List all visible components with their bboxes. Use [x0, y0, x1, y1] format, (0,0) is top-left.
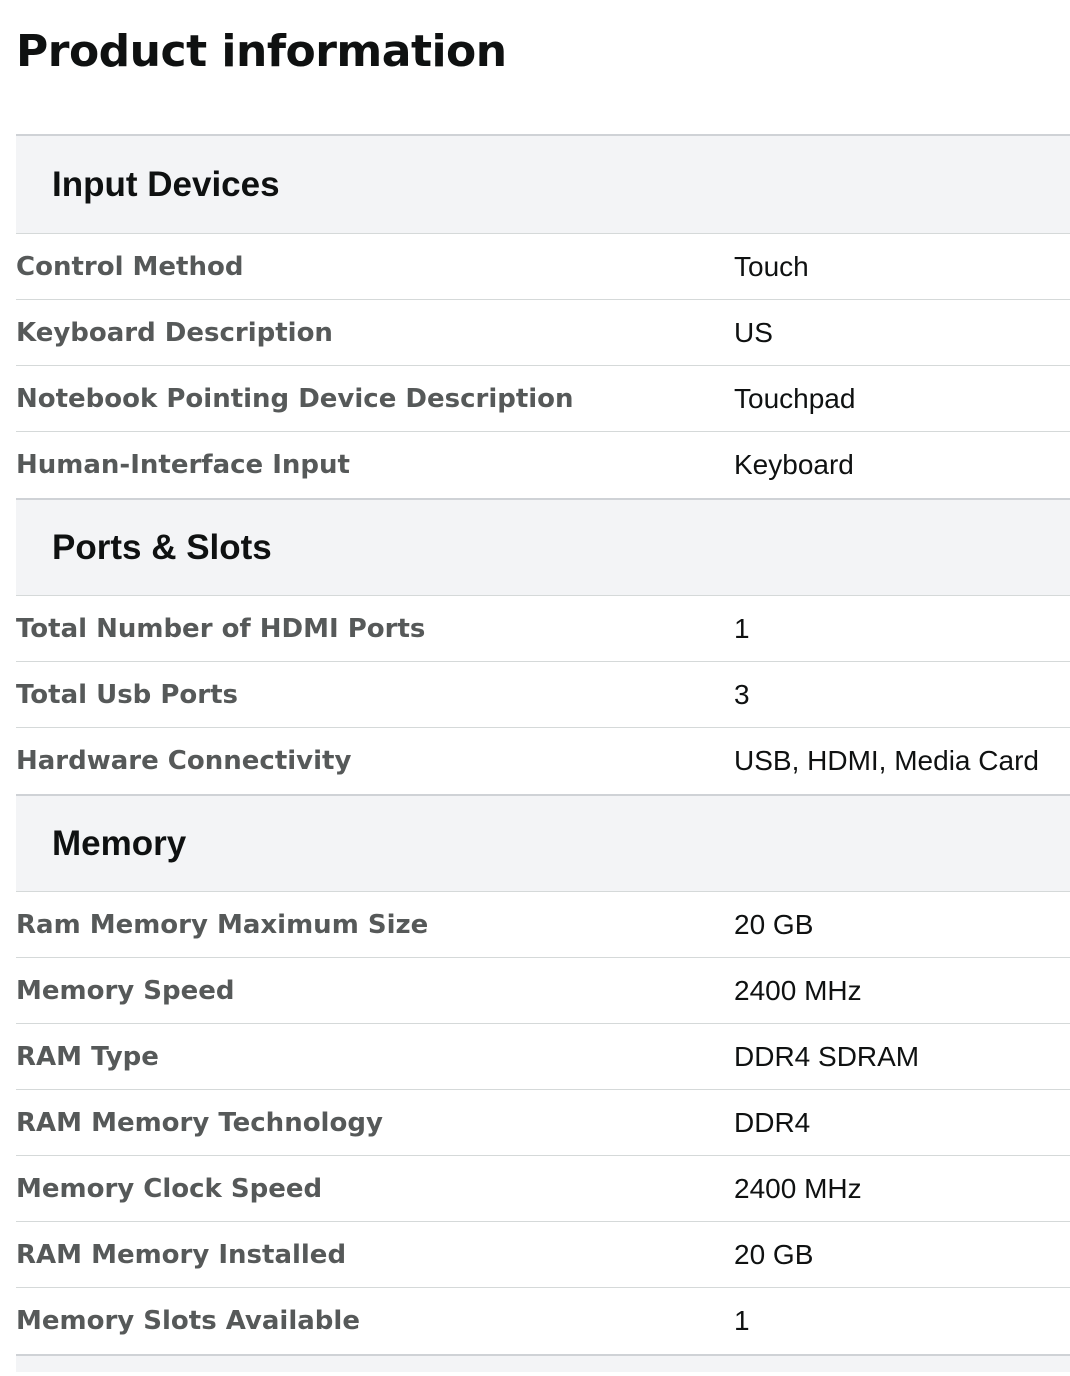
spec-key: Memory Slots Available	[16, 1306, 360, 1336]
spec-key: RAM Memory Technology	[16, 1107, 383, 1138]
page-title: Product information	[16, 26, 507, 77]
next-section-header-edge	[16, 1354, 1070, 1372]
spec-row-ram-installed: RAM Memory Installed 20 GB	[16, 1222, 1070, 1288]
spec-row-memory-clock-speed: Memory Clock Speed 2400 MHz	[16, 1156, 1070, 1222]
spec-key: Total Number of HDMI Ports	[16, 613, 426, 644]
spec-table: Input Devices Control Method Touch Keybo…	[16, 134, 1070, 1372]
spec-row-memory-slots: Memory Slots Available 1	[16, 1288, 1070, 1354]
section-title: Memory	[52, 823, 187, 863]
spec-key: Notebook Pointing Device Description	[16, 383, 574, 414]
section-title: Ports & Slots	[52, 527, 272, 567]
spec-row-human-interface-input: Human-Interface Input Keyboard	[16, 432, 1070, 498]
spec-key: Hardware Connectivity	[16, 746, 352, 776]
spec-row-ram-max-size: Ram Memory Maximum Size 20 GB	[16, 892, 1070, 958]
section-header-memory[interactable]: Memory	[16, 794, 1070, 892]
spec-row-pointing-device: Notebook Pointing Device Description Tou…	[16, 366, 1070, 432]
spec-key: Memory Clock Speed	[16, 1173, 323, 1204]
spec-key: Total Usb Ports	[16, 679, 238, 710]
spec-value: Touch	[734, 250, 809, 282]
spec-row-ram-technology: RAM Memory Technology DDR4	[16, 1090, 1070, 1156]
spec-value: 3	[734, 678, 750, 710]
spec-row-memory-speed: Memory Speed 2400 MHz	[16, 958, 1070, 1024]
spec-key: Memory Speed	[16, 975, 235, 1006]
spec-value: 1	[734, 612, 750, 644]
spec-row-ram-type: RAM Type DDR4 SDRAM	[16, 1024, 1070, 1090]
spec-value: 20 GB	[734, 908, 814, 940]
spec-row-usb-ports: Total Usb Ports 3	[16, 662, 1070, 728]
section-title: Input Devices	[52, 164, 280, 204]
spec-key: Keyboard Description	[16, 317, 333, 348]
spec-value: Keyboard	[734, 449, 854, 480]
spec-value: US	[734, 316, 773, 348]
spec-value: DDR4 SDRAM	[734, 1040, 920, 1072]
spec-value: DDR4	[734, 1106, 811, 1138]
spec-row-hardware-connectivity: Hardware Connectivity USB, HDMI, Media C…	[16, 728, 1070, 794]
spec-key: Human-Interface Input	[16, 450, 350, 480]
spec-value: Touchpad	[734, 382, 856, 414]
section-header-ports-slots[interactable]: Ports & Slots	[16, 498, 1070, 596]
spec-key: Control Method	[16, 251, 244, 282]
spec-value: 2400 MHz	[734, 1172, 862, 1204]
spec-row-control-method: Control Method Touch	[16, 234, 1070, 300]
spec-key: RAM Memory Installed	[16, 1239, 347, 1270]
spec-value: USB, HDMI, Media Card	[734, 745, 1039, 776]
spec-row-keyboard-description: Keyboard Description US	[16, 300, 1070, 366]
spec-value: 2400 MHz	[734, 974, 862, 1006]
section-header-input-devices[interactable]: Input Devices	[16, 134, 1070, 234]
spec-key: Ram Memory Maximum Size	[16, 909, 429, 940]
spec-value: 1	[734, 1305, 750, 1336]
spec-value: 20 GB	[734, 1238, 814, 1270]
spec-key: RAM Type	[16, 1041, 159, 1072]
spec-row-hdmi-ports: Total Number of HDMI Ports 1	[16, 596, 1070, 662]
